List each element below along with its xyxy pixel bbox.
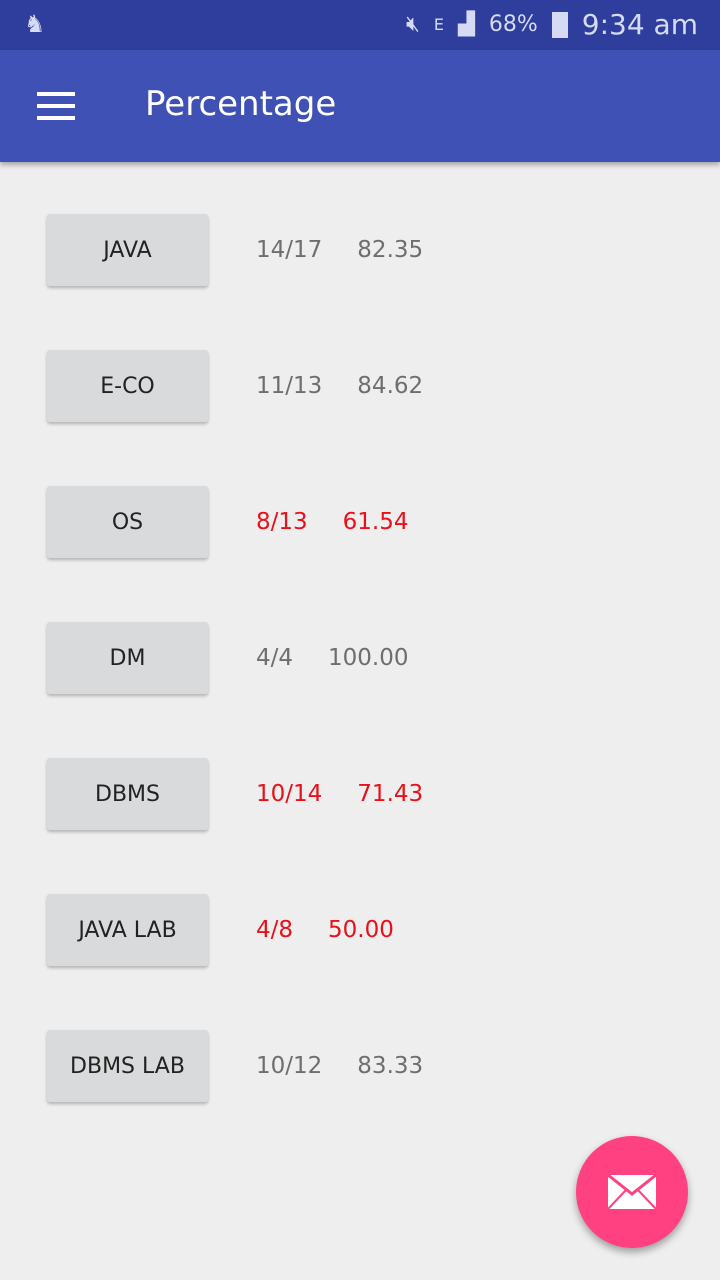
mail-fab-button[interactable] <box>576 1136 688 1248</box>
notification-figure-icon: ♞ <box>24 10 46 38</box>
battery-icon <box>551 11 568 38</box>
subject-button[interactable]: OS <box>47 486 208 558</box>
subject-row: DBMS 10/14 71.43 <box>47 758 423 830</box>
attendance-percent: 71.43 <box>357 781 424 807</box>
attendance-percent: 83.33 <box>357 1053 424 1079</box>
subject-row: JAVA 14/17 82.35 <box>47 214 423 286</box>
attendance-percent: 50.00 <box>328 917 394 943</box>
subject-button[interactable]: DBMS <box>47 758 208 830</box>
attendance-count: 4/4 <box>256 645 294 671</box>
subject-row: JAVA LAB 4/8 50.00 <box>47 894 394 966</box>
signal-icon: ▟ <box>457 12 475 37</box>
attendance-percent: 61.54 <box>342 509 409 535</box>
page-title: Percentage <box>145 84 337 124</box>
network-type: E <box>433 15 444 34</box>
subject-button[interactable]: DM <box>47 622 208 694</box>
attendance-count: 14/17 <box>256 237 323 263</box>
attendance-percent: 100.00 <box>328 645 409 671</box>
subject-row: OS 8/13 61.54 <box>47 486 409 558</box>
subject-row: E-CO 11/13 84.62 <box>47 350 423 422</box>
clock: 9:34 am <box>581 8 698 41</box>
attendance-count: 4/8 <box>256 917 294 943</box>
attendance-count: 11/13 <box>256 373 323 399</box>
attendance-count: 10/12 <box>256 1053 323 1079</box>
subject-button[interactable]: JAVA <box>47 214 208 286</box>
attendance-count: 10/14 <box>256 781 323 807</box>
app-bar: Percentage <box>0 50 720 162</box>
attendance-percent: 82.35 <box>357 237 424 263</box>
mail-icon <box>607 1174 657 1210</box>
attendance-percent: 84.62 <box>357 373 424 399</box>
status-bar: ♞ 🔇︎ E ▟ 68% 9:34 am <box>0 0 720 50</box>
battery-level: 68% <box>488 12 538 37</box>
subject-button[interactable]: DBMS LAB <box>47 1030 208 1102</box>
subject-row: DM 4/4 100.00 <box>47 622 409 694</box>
attendance-count: 8/13 <box>256 509 308 535</box>
subject-row: DBMS LAB 10/12 83.33 <box>47 1030 423 1102</box>
subject-button[interactable]: E-CO <box>47 350 208 422</box>
mute-icon: 🔇︎ <box>405 12 420 37</box>
hamburger-menu-icon[interactable] <box>37 92 75 120</box>
subject-button[interactable]: JAVA LAB <box>47 894 208 966</box>
